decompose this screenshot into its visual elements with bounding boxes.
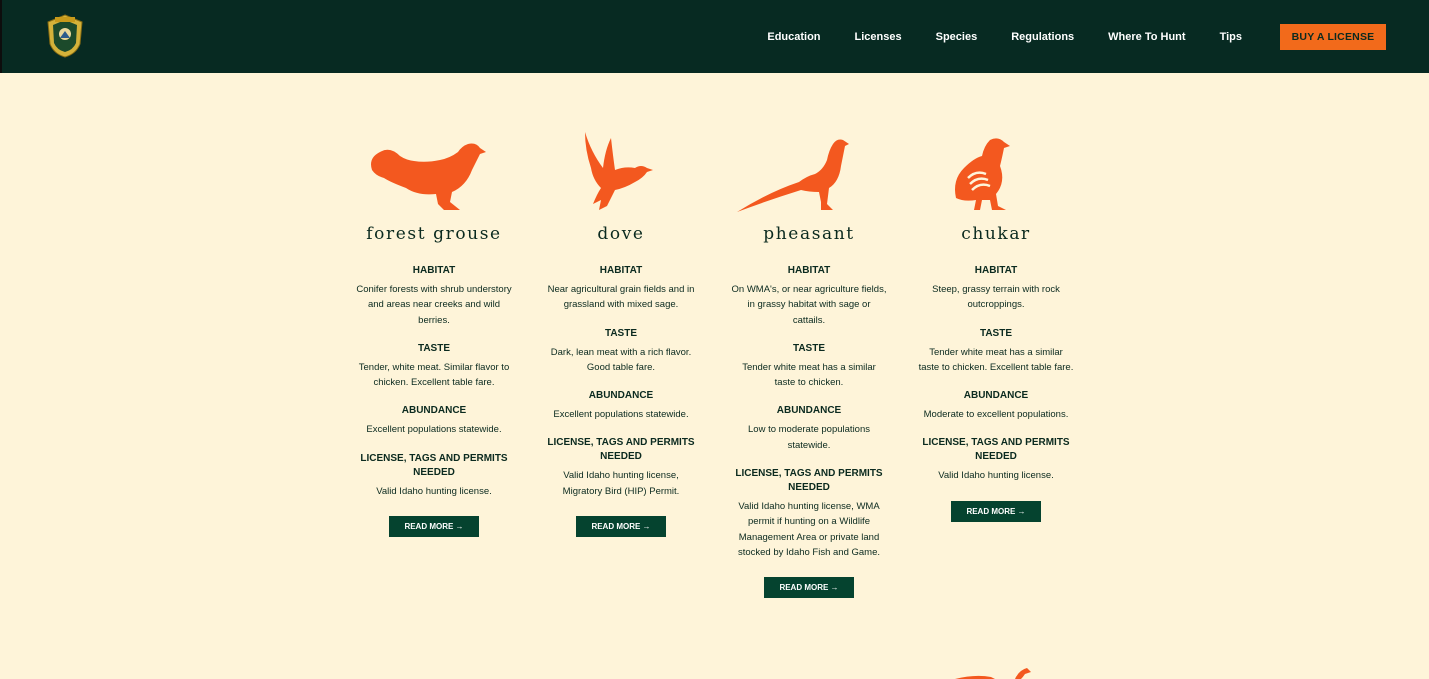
habitat-heading: HABITAT [412,265,456,276]
abundance-heading: ABUNDANCE [776,405,842,417]
taste-text: Dark, lean meat with a rich flavor. Good… [550,346,692,373]
habitat-text: On WMA's, or near agriculture fields, in… [731,284,887,326]
abundance-heading: ABUNDANCE [963,390,1029,402]
abundance-heading: ABUNDANCE [401,405,467,417]
habitat-heading: HABITAT [599,265,643,276]
species-details: HABITAT Near agricultural grain fields a… [541,264,701,538]
main-nav: Education Licenses Species Regulations W… [767,0,1429,73]
buy-license-button[interactable]: BUY A LICENSE [1280,23,1386,50]
taste-heading: TASTE [417,342,451,354]
habitat-text: Conifer forests with shrub understory an… [356,284,512,326]
taste-text: Tender, white meat. Similar flavor to ch… [358,361,510,389]
species-name: chukar [961,224,1031,244]
license-heading: LICENSE, TAGS AND PERMITS NEEDED [735,468,883,494]
license-text: Valid Idaho hunting license, WMA permit … [737,501,881,558]
species-details: HABITAT Steep, grassy terrain with rock … [916,264,1076,522]
dove-icon [541,130,701,216]
abundance-text: Excellent populations statewide. [553,409,689,421]
read-more-button[interactable]: READ MORE → [389,516,479,538]
grouse-icon [354,130,514,216]
species-name: dove [597,224,645,244]
taste-text: Tender white meat has a similar taste to… [918,346,1074,373]
species-name: pheasant [763,224,855,244]
pheasant-icon [729,130,889,216]
read-more-button[interactable]: READ MORE → [951,500,1041,522]
taste-heading: TASTE [604,327,638,339]
species-details: HABITAT Conifer forests with shrub under… [354,264,514,538]
habitat-heading: HABITAT [787,265,831,276]
nav-species[interactable]: Species [936,31,978,43]
species-name: forest grouse [366,224,502,244]
license-text: Valid Idaho hunting license. [376,485,492,497]
license-heading: LICENSE, TAGS AND PERMITS NEEDED [922,437,1070,463]
taste-heading: TASTE [979,327,1013,339]
abundance-text: Low to moderate populations statewide. [748,424,870,451]
partial-bird-icon [955,666,1035,679]
read-more-button[interactable]: READ MORE → [764,577,854,599]
nav-regulations[interactable]: Regulations [1011,31,1074,43]
abundance-text: Excellent populations statewide. [366,424,502,436]
license-text: Valid Idaho hunting license, Migratory B… [562,470,680,497]
abundance-heading: ABUNDANCE [588,390,654,402]
nav-licenses[interactable]: Licenses [855,31,902,43]
taste-text: Tender white meat has a similar taste to… [742,361,876,389]
site-header: Education Licenses Species Regulations W… [0,0,1429,73]
chukar-icon [916,130,1076,216]
taste-heading: TASTE [792,342,826,354]
license-text: Valid Idaho hunting license. [938,470,1054,482]
nav-where-to-hunt[interactable]: Where To Hunt [1108,31,1185,43]
habitat-text: Near agricultural grain fields and in gr… [547,284,695,311]
species-details: HABITAT On WMA's, or near agriculture fi… [729,264,889,599]
nav-education[interactable]: Education [767,31,820,43]
license-heading: LICENSE, TAGS AND PERMITS NEEDED [360,452,508,478]
read-more-button[interactable]: READ MORE → [576,516,666,538]
idaho-fish-and-game-seal-icon[interactable] [46,14,84,58]
abundance-text: Moderate to excellent populations. [923,409,1069,421]
habitat-heading: HABITAT [974,265,1018,276]
nav-tips[interactable]: Tips [1220,31,1242,43]
habitat-text: Steep, grassy terrain with rock outcropp… [932,284,1060,311]
license-heading: LICENSE, TAGS AND PERMITS NEEDED [547,437,695,463]
